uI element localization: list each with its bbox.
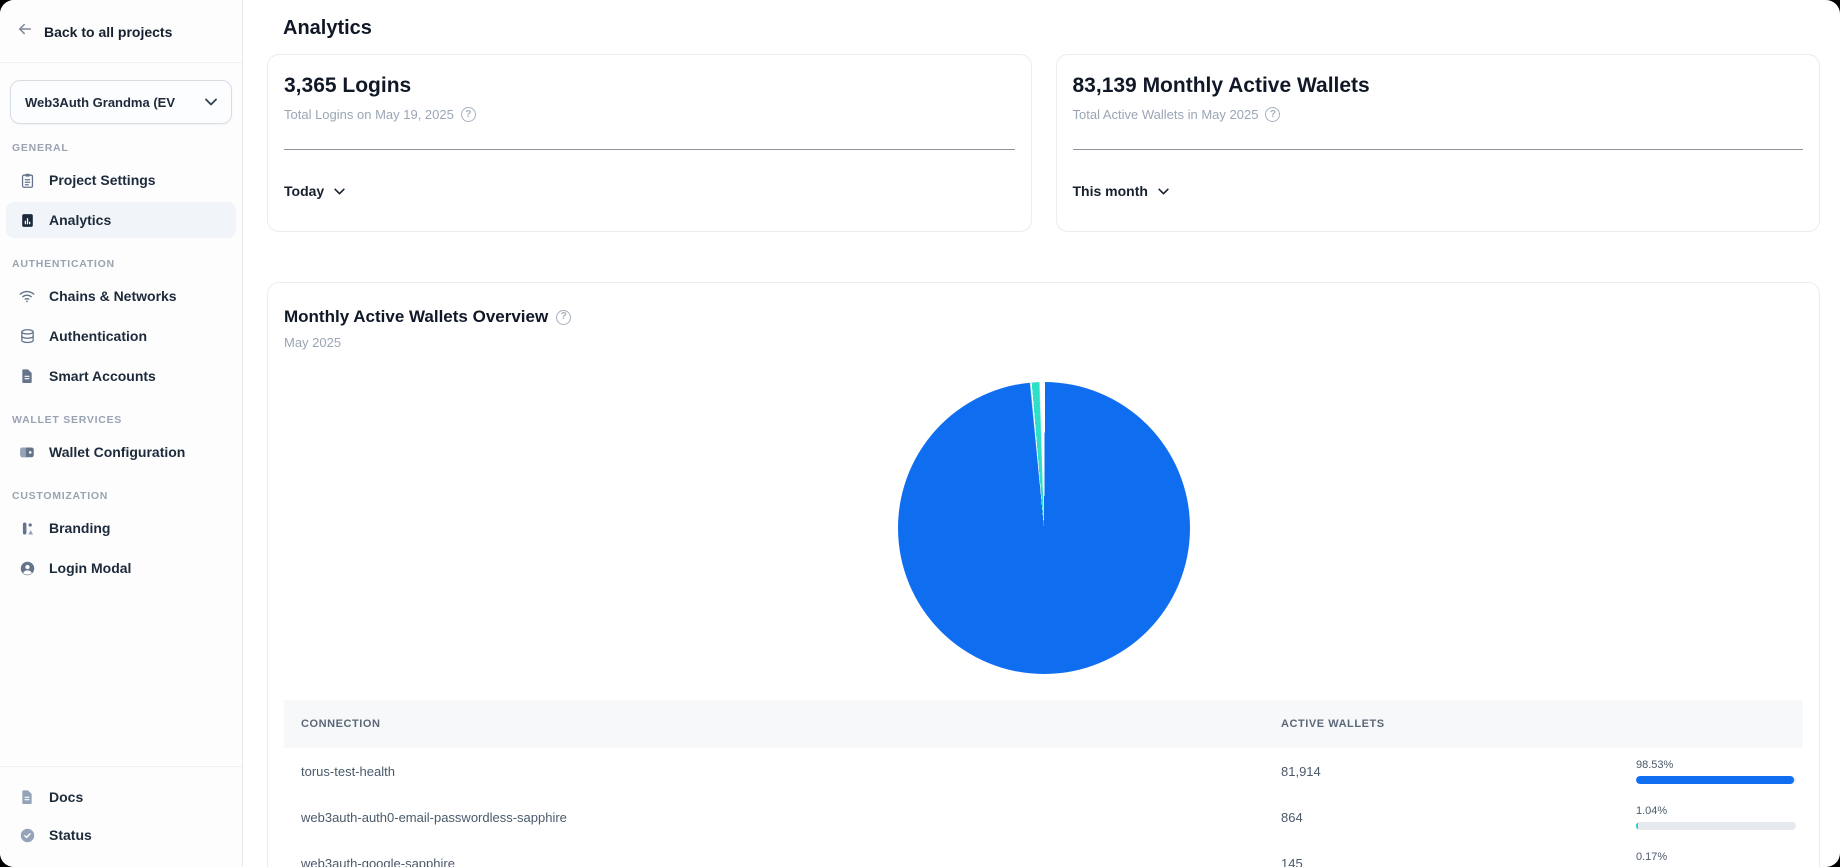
range-value: Today [284,183,324,199]
sidebar-divider [0,62,242,63]
sidebar-item-project-settings[interactable]: Project Settings [6,162,236,198]
connections-table: CONNECTION ACTIVE WALLETS torus-test-hea… [284,700,1803,867]
back-to-projects-link[interactable]: Back to all projects [0,0,242,62]
share-bar [1636,776,1796,784]
sidebar-item-wallet-configuration[interactable]: Wallet Configuration [6,434,236,470]
active-wallets-subtitle: Total Active Wallets in May 2025 [1073,107,1259,122]
table-row[interactable]: web3auth-google-sapphire 145 0.17% [284,840,1803,867]
help-icon[interactable]: ? [556,310,571,325]
connection-name: torus-test-health [284,764,1264,779]
arrow-left-icon [16,20,34,43]
sidebar-item-analytics[interactable]: Analytics [6,202,236,238]
project-selector[interactable]: Web3Auth Grandma (EV [10,80,232,124]
share-bar [1636,822,1796,830]
sidebar-item-docs[interactable]: Docs [6,779,236,815]
sidebar-item-status[interactable]: Status [6,817,236,853]
sidebar-item-label: Smart Accounts [49,368,156,384]
sidebar-item-smart-accounts[interactable]: Smart Accounts [6,358,236,394]
active-wallets-value: 145 [1264,856,1636,867]
logins-subtitle: Total Logins on May 19, 2025 [284,107,454,122]
active-wallets-count: 83,139 Monthly Active Wallets [1073,74,1804,98]
share-percent: 0.17% [1636,851,1796,863]
overview-card: Monthly Active Wallets Overview ? May 20… [267,282,1820,867]
logins-count: 3,365 Logins [284,74,1015,98]
sidebar-item-label: Authentication [49,328,147,344]
sidebar-item-label: Branding [49,520,110,536]
sidebar-item-authentication[interactable]: Authentication [6,318,236,354]
share-cell: 1.04% [1636,805,1806,830]
column-header-active-wallets: ACTIVE WALLETS [1264,718,1636,730]
wallet-icon [18,443,36,461]
range-value: This month [1073,183,1148,199]
active-wallets-card: 83,139 Monthly Active Wallets Total Acti… [1056,54,1821,232]
analytics-icon [18,211,36,229]
share-percent: 98.53% [1636,759,1796,771]
page-title: Analytics [283,17,1820,40]
logins-card: 3,365 Logins Total Logins on May 19, 202… [267,54,1032,232]
table-row[interactable]: torus-test-health 81,914 98.53% [284,748,1803,794]
active-wallets-value: 81,914 [1264,764,1636,779]
document-icon [18,788,36,806]
sidebar-item-label: Chains & Networks [49,288,177,304]
sidebar-item-branding[interactable]: Branding [6,510,236,546]
clipboard-icon [18,171,36,189]
table-header-row: CONNECTION ACTIVE WALLETS [284,700,1803,748]
active-wallets-pie-chart [898,382,1190,674]
chevron-down-icon [205,93,217,111]
share-cell: 98.53% [1636,759,1806,784]
section-label-customization: CUSTOMIZATION [12,490,230,502]
sidebar-item-label: Status [49,827,92,843]
sidebar-item-login-modal[interactable]: Login Modal [6,550,236,586]
logins-range-select[interactable]: Today [284,182,345,200]
wifi-icon [18,287,36,305]
sidebar-item-chains-networks[interactable]: Chains & Networks [6,278,236,314]
section-label-authentication: AUTHENTICATION [12,258,230,270]
document-icon [18,367,36,385]
section-label-general: GENERAL [12,142,230,154]
help-icon[interactable]: ? [461,107,476,122]
share-cell: 0.17% [1636,851,1806,867]
check-circle-icon [18,826,36,844]
chevron-down-icon [334,182,345,200]
connection-name: web3auth-auth0-email-passwordless-sapphi… [284,810,1264,825]
table-row[interactable]: web3auth-auth0-email-passwordless-sapphi… [284,794,1803,840]
column-header-connection: CONNECTION [284,718,1264,730]
back-link-label: Back to all projects [44,24,172,40]
overview-title: Monthly Active Wallets Overview [284,307,548,327]
active-wallets-value: 864 [1264,810,1636,825]
chevron-down-icon [1158,182,1169,200]
share-percent: 1.04% [1636,805,1796,817]
connection-name: web3auth-google-sapphire [284,856,1264,867]
sidebar: Back to all projects Web3Auth Grandma (E… [0,0,243,867]
wallets-range-select[interactable]: This month [1073,182,1169,200]
help-icon[interactable]: ? [1265,107,1280,122]
stat-cards-row: 3,365 Logins Total Logins on May 19, 202… [267,54,1820,232]
project-selector-value: Web3Auth Grandma (EV [25,95,175,110]
sidebar-footer: Docs Status [0,766,242,867]
overview-subtitle: May 2025 [284,335,1803,350]
sidebar-item-label: Login Modal [49,560,131,576]
branding-icon [18,519,36,537]
sidebar-item-label: Analytics [49,212,111,228]
sidebar-item-label: Wallet Configuration [49,444,185,460]
app-window: Back to all projects Web3Auth Grandma (E… [0,0,1840,867]
main-content: Analytics 3,365 Logins Total Logins on M… [243,0,1840,867]
section-label-wallet-services: WALLET SERVICES [12,414,230,426]
sidebar-item-label: Project Settings [49,172,156,188]
user-circle-icon [18,559,36,577]
database-icon [18,327,36,345]
sidebar-item-label: Docs [49,789,83,805]
